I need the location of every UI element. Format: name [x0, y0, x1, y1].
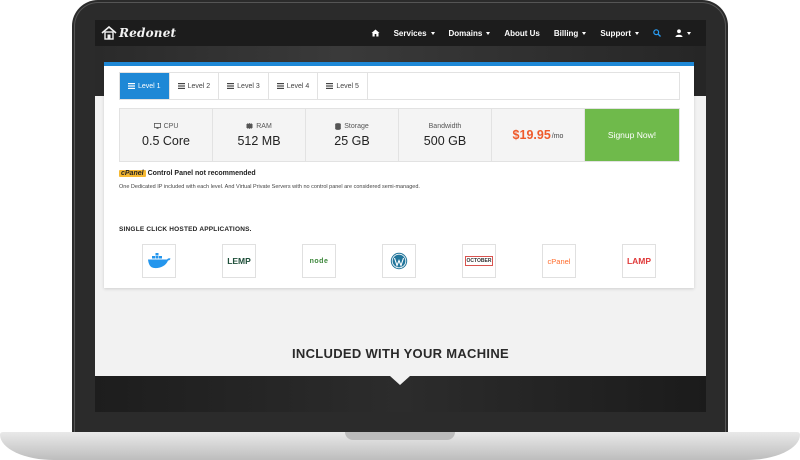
level-tabs: Level 1 Level 2 Level 3 Level 4 Level 5 [119, 72, 680, 100]
list-icon [177, 83, 185, 89]
ip-note: One Dedicated IP included with each leve… [119, 184, 420, 190]
tab-level-2[interactable]: Level 2 [170, 73, 220, 99]
spec-ram-value: 512 MB [237, 133, 281, 148]
wordpress-icon [390, 252, 408, 270]
nav-item-support[interactable]: Support [593, 20, 646, 46]
section-pointer [390, 376, 410, 385]
top-navbar: Redonet Services Domains About Us Billin… [95, 20, 706, 46]
home-icon[interactable] [364, 20, 387, 46]
chevron-down-icon [635, 31, 639, 35]
docker-icon [147, 253, 171, 269]
pricing-card: Level 1 Level 2 Level 3 Level 4 Level 5 [104, 62, 694, 288]
app-wordpress[interactable] [382, 244, 416, 278]
spec-ram-label: RAM [256, 122, 272, 130]
spec-storage-label: Storage [344, 122, 369, 130]
spec-bandwidth: Bandwidth 500 GB [399, 109, 492, 161]
nav-item-services[interactable]: Services [387, 20, 442, 46]
laptop-notch [345, 432, 455, 440]
list-icon [276, 83, 284, 89]
included-title: INCLUDED WITH YOUR MACHINE [292, 346, 509, 361]
cpanel-note-text: Control Panel not recommended [147, 170, 256, 177]
chevron-down-icon [486, 31, 491, 35]
chevron-down-icon [582, 31, 587, 35]
tab-level-5[interactable]: Level 5 [318, 73, 368, 99]
app-october-label: OCTOBER [464, 256, 494, 266]
app-lamp-label: LAMP [626, 256, 652, 266]
price-amount: $19.95 [512, 128, 551, 142]
nav-item-about-us[interactable]: About Us [497, 20, 547, 46]
app-nodejs[interactable]: node [302, 244, 336, 278]
list-icon [227, 83, 235, 89]
tab-level-4[interactable]: Level 4 [269, 73, 319, 99]
spec-storage-value: 25 GB [334, 133, 370, 148]
app-cpanel-label: cPanel [547, 256, 571, 266]
app-cpanel[interactable]: cPanel [542, 244, 576, 278]
spec-table: CPU 0.5 Core RAM 512 MB Storage 25 GB Ba… [119, 108, 680, 162]
tab-level-1[interactable]: Level 1 [120, 73, 170, 99]
chevron-down-icon [430, 31, 435, 35]
tab-level-3[interactable]: Level 3 [219, 73, 269, 99]
spec-cpu: CPU 0.5 Core [120, 109, 213, 161]
memory-icon [246, 123, 256, 129]
browser-screen: Redonet Services Domains About Us Billin… [95, 20, 706, 412]
signup-button[interactable]: Signup Now! [585, 109, 679, 161]
spec-cpu-label: CPU [163, 122, 179, 130]
apps-title: SINGLE CLICK HOSTED APPLICATIONS. [119, 226, 252, 233]
list-icon [326, 83, 334, 89]
nav-menu: Services Domains About Us Billing Suppor… [364, 20, 698, 46]
app-docker[interactable] [142, 244, 176, 278]
monitor-icon [153, 123, 164, 129]
spec-cpu-value: 0.5 Core [142, 133, 190, 148]
spec-ram: RAM 512 MB [213, 109, 306, 161]
cpanel-note: cPanel Control Panel not recommended [119, 170, 256, 177]
database-icon [335, 122, 344, 130]
app-nodejs-label: node [309, 257, 329, 265]
nav-item-domains[interactable]: Domains [442, 20, 498, 46]
apps-list: LEMP node OCTOBER cPanel LAMP [142, 244, 662, 280]
app-lemp[interactable]: LEMP [222, 244, 256, 278]
spec-storage: Storage 25 GB [306, 109, 399, 161]
app-lemp-label: LEMP [227, 256, 251, 266]
search-icon[interactable] [646, 20, 668, 46]
user-menu-button[interactable] [668, 20, 698, 46]
spec-bandwidth-label: Bandwidth [428, 122, 462, 130]
app-lamp[interactable]: LAMP [622, 244, 656, 278]
user-icon [675, 29, 683, 37]
price: $19.95 /mo [492, 109, 585, 161]
nav-item-billing[interactable]: Billing [547, 20, 593, 46]
list-icon [128, 83, 135, 89]
site-logo[interactable]: Redonet [101, 25, 177, 40]
chevron-down-icon [687, 31, 691, 35]
spec-bandwidth-value: 500 GB [423, 133, 467, 148]
logo-text: Redonet [119, 26, 177, 40]
cpanel-badge: cPanel [119, 170, 146, 177]
price-unit: /mo [551, 133, 564, 140]
logo-icon [101, 25, 117, 40]
app-october[interactable]: OCTOBER [462, 244, 496, 278]
